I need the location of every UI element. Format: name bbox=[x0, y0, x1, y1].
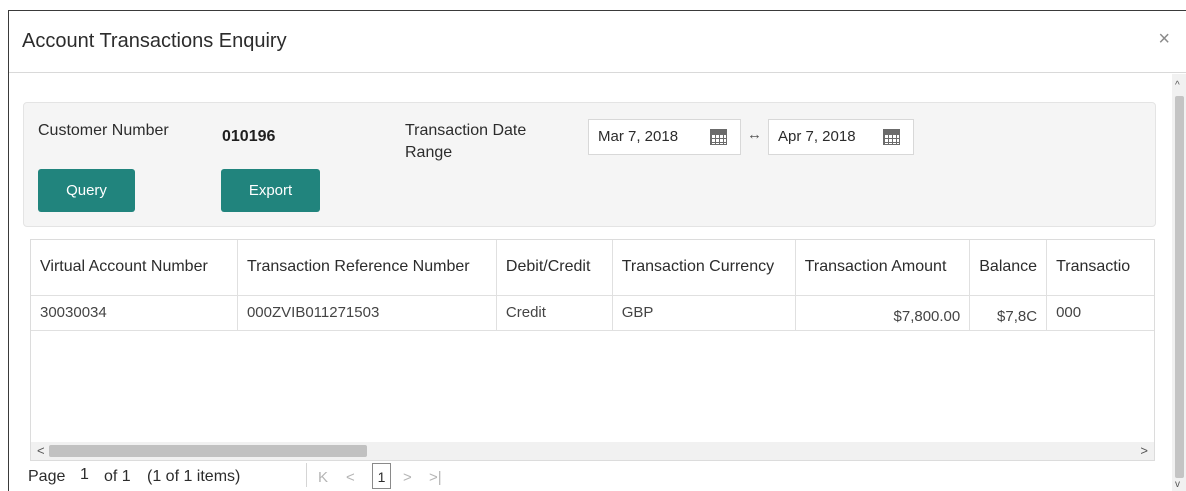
filter-panel: Customer Number 010196 Transaction Date … bbox=[23, 102, 1156, 227]
transaction-currency-cell: GBP bbox=[612, 295, 796, 331]
dialog-header: Account Transactions Enquiry × bbox=[9, 11, 1186, 73]
customer-number-label: Customer Number bbox=[38, 122, 169, 139]
page-label: Page bbox=[28, 468, 66, 485]
horizontal-scrollbar[interactable]: < > bbox=[31, 442, 1154, 460]
date-to-input[interactable]: Apr 7, 2018 bbox=[768, 119, 914, 155]
transaction-amount-cell: $7,800.00 bbox=[795, 295, 971, 331]
calendar-icon[interactable] bbox=[710, 129, 727, 145]
table-row[interactable]: 30030034 000ZVIB011271503 Credit GBP $7,… bbox=[31, 295, 1154, 331]
date-range-label: Transaction Date Range bbox=[405, 120, 526, 164]
account-transactions-dialog: Account Transactions Enquiry × ^ v Custo… bbox=[8, 10, 1186, 491]
scroll-up-icon[interactable]: ^ bbox=[1175, 80, 1180, 91]
page-button[interactable]: 1 bbox=[372, 463, 391, 489]
range-arrow-icon: ↔ bbox=[747, 126, 762, 143]
chevron-right-icon[interactable]: > bbox=[1140, 443, 1148, 458]
column-header[interactable]: Transaction Currency bbox=[612, 240, 796, 296]
export-button[interactable]: Export bbox=[221, 169, 320, 212]
vertical-scroll-thumb[interactable] bbox=[1175, 96, 1184, 478]
transactions-grid: Virtual Account Number Transaction Refer… bbox=[30, 239, 1155, 461]
table-header-row: Virtual Account Number Transaction Refer… bbox=[31, 240, 1154, 296]
pagination-bar: Page 1 of 1 (1 of 1 items) K < 1 > >| bbox=[9, 461, 1186, 491]
page-count-text: of 1 bbox=[104, 468, 131, 485]
close-icon[interactable]: × bbox=[1158, 28, 1170, 51]
date-to-value: Apr 7, 2018 bbox=[778, 128, 856, 145]
column-header[interactable]: Debit/Credit bbox=[496, 240, 613, 296]
column-header[interactable]: Virtual Account Number bbox=[31, 240, 238, 296]
chevron-left-icon[interactable]: < bbox=[37, 443, 45, 458]
next-page-icon[interactable]: > bbox=[403, 469, 412, 486]
last-page-icon[interactable]: >| bbox=[429, 469, 442, 486]
transaction-extra-cell: 000 bbox=[1046, 295, 1154, 331]
calendar-icon[interactable] bbox=[883, 129, 900, 145]
first-page-icon[interactable]: K bbox=[318, 469, 328, 486]
column-header[interactable]: Transactio bbox=[1046, 240, 1154, 296]
date-range-label-line2: Range bbox=[405, 144, 453, 161]
column-header[interactable]: Transaction Amount bbox=[795, 240, 971, 296]
debit-credit-cell: Credit bbox=[496, 295, 613, 331]
column-header[interactable]: Transaction Reference Number bbox=[237, 240, 497, 296]
pager-divider bbox=[306, 463, 307, 487]
transaction-reference-cell: 000ZVIB011271503 bbox=[237, 295, 497, 331]
horizontal-scroll-thumb[interactable] bbox=[49, 445, 367, 457]
items-count-text: (1 of 1 items) bbox=[147, 468, 241, 485]
date-from-value: Mar 7, 2018 bbox=[598, 128, 679, 145]
balance-cell: $7,8C bbox=[969, 295, 1048, 331]
query-button[interactable]: Query bbox=[38, 169, 135, 212]
virtual-account-number-cell: 30030034 bbox=[31, 295, 238, 331]
date-from-input[interactable]: Mar 7, 2018 bbox=[588, 119, 741, 155]
customer-number-value: 010196 bbox=[222, 128, 276, 145]
prev-page-icon[interactable]: < bbox=[346, 469, 355, 486]
dialog-title: Account Transactions Enquiry bbox=[22, 30, 287, 52]
date-range-label-line1: Transaction Date bbox=[405, 122, 527, 139]
column-header[interactable]: Balance bbox=[969, 240, 1048, 296]
current-page-value[interactable]: 1 bbox=[80, 466, 89, 484]
transactions-table: Virtual Account Number Transaction Refer… bbox=[31, 240, 1154, 331]
vertical-scrollbar[interactable]: ^ v bbox=[1172, 74, 1186, 491]
